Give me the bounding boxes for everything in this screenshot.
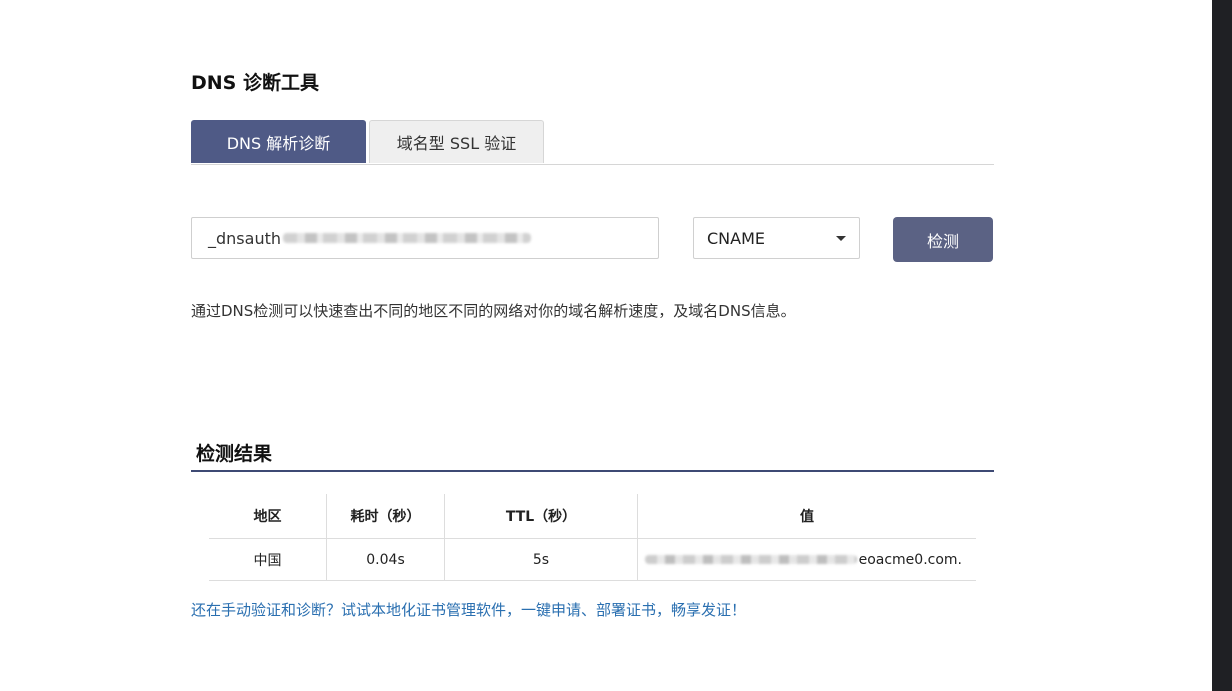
domain-input[interactable]: _dnsauth bbox=[191, 217, 659, 259]
cell-time: 0.04s bbox=[326, 538, 445, 581]
column-header-region: 地区 bbox=[209, 494, 327, 539]
table-row: 中国 0.04s 5s eoacme0.com. bbox=[209, 538, 976, 581]
redacted-domain bbox=[283, 233, 531, 243]
tab-ssl-validation[interactable]: 域名型 SSL 验证 bbox=[369, 120, 544, 163]
cell-value: eoacme0.com. bbox=[637, 538, 976, 581]
domain-input-value: _dnsauth bbox=[208, 228, 281, 248]
cell-ttl: 5s bbox=[444, 538, 638, 581]
column-header-value: 值 bbox=[637, 494, 976, 539]
redacted-value bbox=[644, 555, 857, 564]
chevron-down-icon bbox=[836, 235, 846, 241]
column-header-time: 耗时（秒） bbox=[326, 494, 445, 539]
promo-link[interactable]: 还在手动验证和诊断？试试本地化证书管理软件，一键申请、部署证书，畅享发证！ bbox=[191, 599, 746, 620]
cell-region: 中国 bbox=[209, 538, 327, 581]
tool-description: 通过DNS检测可以快速查出不同的地区不同的网络对你的域名解析速度，及域名DNS信… bbox=[191, 302, 796, 320]
check-button[interactable]: 检测 bbox=[893, 217, 993, 262]
scrollbar[interactable] bbox=[1212, 0, 1232, 691]
cell-value-suffix: eoacme0.com. bbox=[858, 551, 962, 568]
page-title: DNS 诊断工具 bbox=[191, 72, 319, 94]
column-header-ttl: TTL（秒） bbox=[444, 494, 638, 539]
record-type-select[interactable]: CNAME bbox=[693, 217, 860, 259]
results-divider bbox=[191, 470, 994, 472]
table-header-row: 地区 耗时（秒） TTL（秒） 值 bbox=[209, 494, 976, 539]
tab-dns-diagnosis[interactable]: DNS 解析诊断 bbox=[191, 120, 366, 163]
record-type-value: CNAME bbox=[707, 228, 765, 248]
results-title: 检测结果 bbox=[196, 443, 273, 465]
results-table: 地区 耗时（秒） TTL（秒） 值 中国 0.04s 5s eoacme0.co… bbox=[209, 494, 976, 581]
tab-bar: DNS 解析诊断 域名型 SSL 验证 bbox=[191, 120, 994, 165]
